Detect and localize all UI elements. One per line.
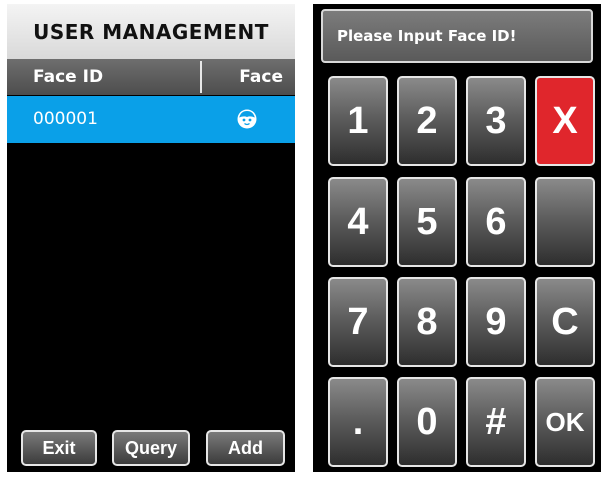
key-4[interactable]: 4 bbox=[328, 177, 388, 267]
key-9[interactable]: 9 bbox=[466, 277, 526, 367]
add-button[interactable]: Add bbox=[206, 430, 285, 466]
key-0[interactable]: 0 bbox=[397, 377, 457, 467]
face-id-input-prompt[interactable]: Please Input Face ID! bbox=[321, 9, 593, 63]
clear-key[interactable]: C bbox=[535, 277, 595, 367]
key-8[interactable]: 8 bbox=[397, 277, 457, 367]
column-header-face: Face bbox=[239, 67, 283, 87]
key-7[interactable]: 7 bbox=[328, 277, 388, 367]
column-divider bbox=[200, 61, 202, 93]
column-header-face-id: Face ID bbox=[33, 67, 104, 87]
hash-key[interactable]: # bbox=[466, 377, 526, 467]
face-id-cell: 000001 bbox=[33, 109, 98, 129]
key-1[interactable]: 1 bbox=[328, 76, 388, 166]
delete-key[interactable]: X bbox=[535, 76, 595, 166]
user-management-panel: USER MANAGEMENT Face ID Face 000001 Exit… bbox=[7, 4, 295, 472]
page-title: USER MANAGEMENT bbox=[7, 4, 295, 59]
keypad-panel: Please Input Face ID! 1 2 3 X 4 5 6 7 8 … bbox=[313, 4, 601, 472]
key-6[interactable]: 6 bbox=[466, 177, 526, 267]
key-3[interactable]: 3 bbox=[466, 76, 526, 166]
key-5[interactable]: 5 bbox=[397, 177, 457, 267]
table-row[interactable]: 000001 bbox=[7, 96, 295, 143]
blank-key[interactable] bbox=[535, 177, 595, 267]
face-icon bbox=[236, 108, 258, 130]
ok-key[interactable]: OK bbox=[535, 377, 595, 467]
exit-button[interactable]: Exit bbox=[21, 430, 97, 466]
key-2[interactable]: 2 bbox=[397, 76, 457, 166]
table-header: Face ID Face bbox=[7, 59, 295, 95]
dot-key[interactable]: . bbox=[328, 377, 388, 467]
query-button[interactable]: Query bbox=[112, 430, 190, 466]
